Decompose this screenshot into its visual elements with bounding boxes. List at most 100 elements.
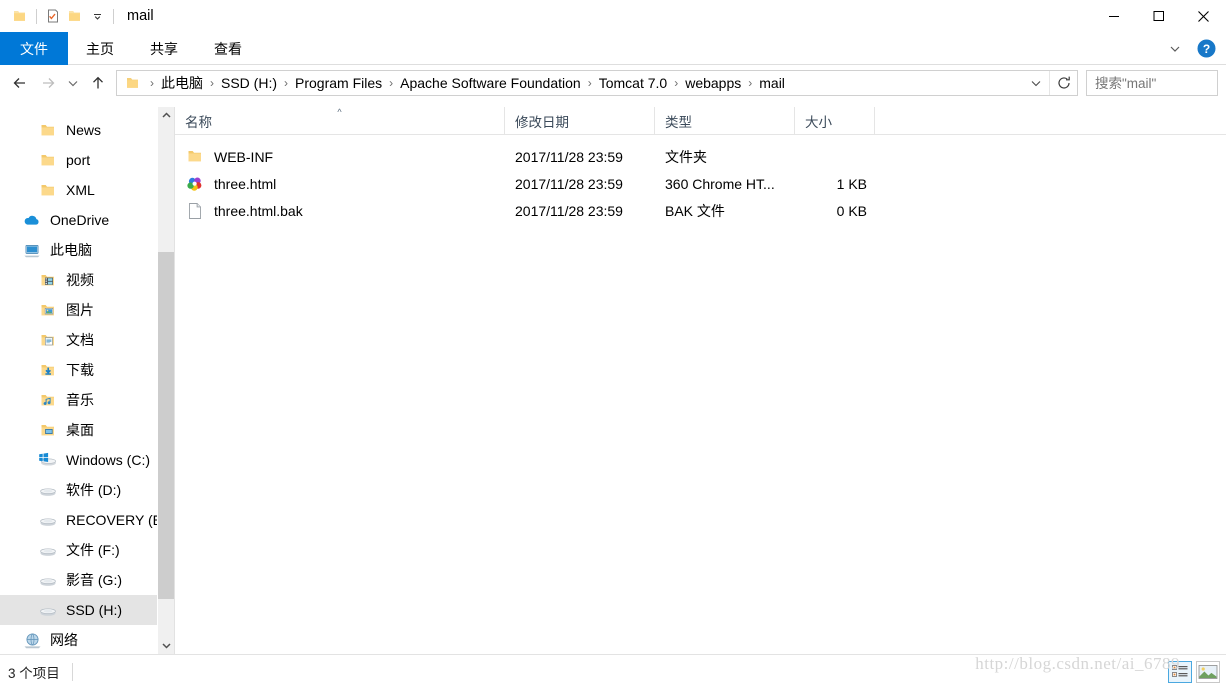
sidebar-item-label: 软件 (D:) [66, 482, 122, 498]
sidebar-item-label: Windows (C:) [66, 452, 151, 468]
column-header-date-label: 修改日期 [515, 114, 569, 130]
tab-file[interactable]: 文件 [0, 32, 68, 65]
folder-icon[interactable] [9, 5, 31, 27]
properties-icon[interactable] [42, 5, 64, 27]
minimize-button[interactable] [1091, 0, 1136, 32]
breadcrumb-separator: › [284, 76, 288, 90]
refresh-button[interactable] [1049, 71, 1077, 95]
sidebar-item-label: OneDrive [50, 212, 110, 228]
details-view-button[interactable] [1168, 660, 1192, 683]
column-header-name[interactable]: ^ 名称 [175, 107, 505, 134]
sidebar-item-label: News [66, 122, 102, 138]
sidebar-item-5[interactable]: 视频 [0, 265, 174, 295]
sidebar-item-13[interactable]: RECOVERY (E:) [0, 505, 174, 535]
chevron-down-icon[interactable] [158, 637, 174, 654]
status-bar: 3 个项目 [0, 654, 1226, 688]
cell-name: WEB-INF [175, 147, 505, 167]
chevron-down-icon[interactable] [1162, 36, 1188, 62]
breadcrumb-item-6[interactable]: mail [755, 75, 789, 91]
recent-locations-button[interactable] [62, 69, 84, 97]
sidebar-item-label: RECOVERY (E:) [66, 512, 171, 528]
sidebar-item-4[interactable]: 此电脑 [0, 235, 174, 265]
windows-drive-icon [38, 450, 58, 470]
help-button[interactable]: ? [1196, 39, 1216, 59]
address-dropdown-button[interactable] [1023, 71, 1049, 95]
sidebar-item-12[interactable]: 软件 (D:) [0, 475, 174, 505]
sidebar-item-14[interactable]: 文件 (F:) [0, 535, 174, 565]
sidebar-item-label: 此电脑 [50, 242, 92, 258]
up-button[interactable] [84, 69, 112, 97]
breadcrumb-item-5[interactable]: webapps [681, 75, 745, 91]
close-button[interactable] [1181, 0, 1226, 32]
sidebar-item-0[interactable]: News [0, 115, 174, 145]
navigation-pane: News port XML OneDrive 此电脑视频图片文档下载 音乐 桌面 Window… [0, 107, 174, 654]
sidebar-item-9[interactable]: 音乐 [0, 385, 174, 415]
documents-folder-icon [38, 330, 58, 350]
sidebar-item-11[interactable]: Windows (C:) [0, 445, 174, 475]
drive-icon [38, 600, 58, 620]
sidebar-item-16[interactable]: SSD (H:) [0, 595, 174, 625]
search-box[interactable] [1086, 70, 1226, 96]
breadcrumb-separator: › [210, 76, 214, 90]
chevron-down-icon[interactable] [86, 5, 108, 27]
breadcrumb-item-1[interactable]: SSD (H:) [217, 75, 281, 91]
sidebar-item-label: 文档 [66, 332, 94, 348]
breadcrumb-separator: › [150, 76, 154, 90]
search-input[interactable] [1095, 75, 1226, 91]
file-rows: WEB-INF 2017/11/28 23:59 文件夹 three.html 2017… [175, 135, 1226, 224]
sidebar-item-2[interactable]: XML [0, 175, 174, 205]
table-row[interactable]: three.html.bak 2017/11/28 23:59 BAK 文件 0 KB [175, 197, 1226, 224]
window-title: mail [127, 8, 154, 24]
column-header-type[interactable]: 类型 [655, 107, 795, 134]
pictures-folder-icon [38, 300, 58, 320]
column-header-size[interactable]: 大小 [795, 107, 875, 134]
column-header-name-label: 名称 [185, 114, 212, 130]
cell-type: 文件夹 [665, 148, 707, 165]
table-row[interactable]: WEB-INF 2017/11/28 23:59 文件夹 [175, 143, 1226, 170]
cell-date: 2017/11/28 23:59 [515, 175, 623, 192]
music-folder-icon [38, 390, 58, 410]
sidebar-item-17[interactable]: 网络 [0, 625, 174, 654]
new-folder-icon[interactable] [64, 5, 86, 27]
sidebar-item-3[interactable]: OneDrive [0, 205, 174, 235]
sidebar-item-15[interactable]: 影音 (G:) [0, 565, 174, 595]
sidebar-item-8[interactable]: 下载 [0, 355, 174, 385]
scrollbar-thumb[interactable] [158, 252, 174, 599]
sidebar-item-7[interactable]: 文档 [0, 325, 174, 355]
back-button[interactable] [6, 69, 34, 97]
file-name-label: three.html [214, 175, 277, 192]
tab-home[interactable]: 主页 [68, 32, 132, 65]
tab-share[interactable]: 共享 [132, 32, 196, 65]
chevron-up-icon[interactable] [158, 107, 174, 124]
breadcrumb-item-3[interactable]: Apache Software Foundation [396, 75, 585, 91]
breadcrumb-item-4[interactable]: Tomcat 7.0 [595, 75, 671, 91]
sidebar-item-label: 影音 (G:) [66, 572, 122, 588]
breadcrumb-item-2[interactable]: Program Files [291, 75, 386, 91]
address-bar[interactable]: › 此电脑 › SSD (H:) › Program Files › Apach… [116, 70, 1078, 96]
navigation-scrollbar[interactable] [157, 107, 174, 654]
status-divider [71, 662, 73, 681]
forward-button[interactable] [34, 69, 62, 97]
sidebar-item-6[interactable]: 图片 [0, 295, 174, 325]
downloads-folder-icon [38, 360, 58, 380]
quick-access-toolbar [0, 5, 119, 27]
sidebar-item-10[interactable]: 桌面 [0, 415, 174, 445]
column-header-date[interactable]: 修改日期 [505, 107, 655, 134]
column-header-type-label: 类型 [665, 114, 692, 130]
table-row[interactable]: three.html 2017/11/28 23:59 360 Chrome HT.… [175, 170, 1226, 197]
maximize-button[interactable] [1136, 0, 1181, 32]
desktop-folder-icon [38, 420, 58, 440]
tab-view[interactable]: 查看 [196, 32, 260, 65]
window-controls [1091, 0, 1226, 32]
sidebar-item-label: 图片 [66, 302, 94, 318]
sidebar-item-1[interactable]: port [0, 145, 174, 175]
generic-file-icon [185, 201, 205, 221]
breadcrumb-item-0[interactable]: 此电脑 [157, 73, 207, 93]
large-icons-view-button[interactable] [1196, 660, 1220, 683]
folder-icon [123, 73, 143, 93]
chrome360-file-icon [185, 174, 205, 194]
file-name-label: three.html.bak [214, 202, 303, 219]
file-list-pane: ^ 名称 修改日期 类型 大小 WEB-INF 2017/11/28 23:59 文… [175, 107, 1226, 654]
navigation-list: News port XML OneDrive 此电脑视频图片文档下载 音乐 桌面 Window… [0, 107, 174, 654]
cell-date: 2017/11/28 23:59 [515, 148, 623, 165]
